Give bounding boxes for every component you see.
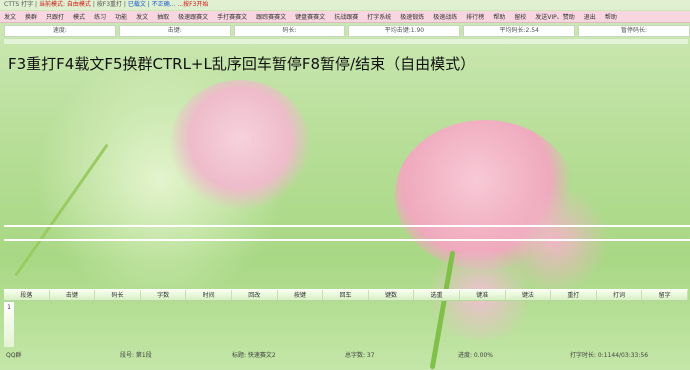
col-keys[interactable]: 按键: [278, 290, 324, 300]
col-backspace[interactable]: 回改: [232, 290, 278, 300]
menu-item-typing-system[interactable]: 打字系统: [367, 12, 391, 21]
menu-item-send-text[interactable]: 发文: [136, 12, 148, 21]
col-accuracy[interactable]: 键准: [460, 290, 506, 300]
col-key-method[interactable]: 键法: [506, 290, 552, 300]
title-prefix: CTTS 打字 |: [4, 1, 39, 8]
col-key-count[interactable]: 键数: [369, 290, 415, 300]
col-code-length[interactable]: 码长: [95, 290, 141, 300]
menu-item-speed-race[interactable]: 极速跟赛文: [178, 12, 208, 21]
menu-item-send[interactable]: 发文: [4, 12, 16, 21]
divider-bottom: [4, 239, 690, 241]
menu-item-follow-only[interactable]: 只跟打: [46, 12, 64, 21]
status-segment: 段号: 第1段: [120, 352, 152, 359]
status-time: 打字时长: 0:1144/03:33:56: [570, 352, 649, 359]
col-char-count[interactable]: 字数: [141, 290, 187, 300]
col-leave-char[interactable]: 留字: [642, 290, 688, 300]
menu-item-leaderboard[interactable]: 排行榜: [466, 12, 484, 21]
status-mode: QQ群: [6, 352, 22, 359]
col-enter[interactable]: 回车: [323, 290, 369, 300]
results-table-header: 段落 击键 码长 字数 时间 回改 按键 回车 键数 选重 键准 键法 重打 打…: [4, 289, 688, 301]
menu-item-practice[interactable]: 练习: [94, 12, 106, 21]
title-mode: 当前模式: 自由模式: [38, 1, 91, 8]
stat-code-length: 码长:: [233, 25, 346, 37]
status-progress: 进度: 0.00%: [458, 352, 493, 359]
col-segment[interactable]: 段落: [4, 290, 50, 300]
stat-avg-code-length: 平均码长:2.54: [463, 25, 576, 37]
menu-item-speed-train[interactable]: 极速锻炼: [400, 12, 424, 21]
col-select-repeat[interactable]: 选重: [414, 290, 460, 300]
col-retype[interactable]: 重打: [551, 290, 597, 300]
menu-item-help[interactable]: 帮助: [493, 12, 505, 21]
pink-flower-left: [170, 80, 310, 210]
stat-pause-code-length: 暂停码长:: [578, 25, 690, 37]
menu-item-exit[interactable]: 退出: [584, 12, 596, 21]
stats-bar: 速度: 击键: 码长: 平均击键:1.90 平均码长:2.54 暂停码长:: [4, 25, 690, 37]
menu-item-vip[interactable]: 发送VIP、赞助: [535, 12, 575, 21]
menu-item-function[interactable]: 功能: [115, 12, 127, 21]
stat-keystroke: 击键:: [118, 25, 231, 37]
row-number: 1: [4, 302, 14, 347]
typing-input-area[interactable]: [4, 227, 688, 239]
menu-item-speed-practice[interactable]: 极速战练: [433, 12, 457, 21]
menu-item-help2[interactable]: 帮助: [605, 12, 617, 21]
title-status: 已载文 | 不正确...: [127, 1, 176, 8]
menu-item-keyboard-race[interactable]: 键盘赛赛文: [295, 12, 325, 21]
col-keystroke[interactable]: 击键: [50, 290, 96, 300]
menu-item-extract[interactable]: 抽取: [157, 12, 169, 21]
title-mid: | 按F3重打 |: [92, 1, 128, 8]
menu-bar: 发文 换群 只跟打 模式 练习 功能 发文 抽取 极速跟赛文 手打赛赛文 跟踪赛…: [0, 11, 690, 23]
menu-item-track-race[interactable]: 跟踪赛赛文: [256, 12, 286, 21]
results-table-body: 1: [4, 302, 688, 347]
col-word[interactable]: 打词: [597, 290, 643, 300]
status-source: 标题: 快速赛文2: [232, 352, 276, 359]
menu-item-mode[interactable]: 模式: [73, 12, 85, 21]
title-suffix: ...按F3开始: [177, 1, 209, 8]
hotkey-hint: F3重打F4载文F5换群CTRL+L乱序回车暂停F8暂停/结束（自由模式）: [8, 55, 476, 73]
status-bar: QQ群 段号: 第1段 标题: 快速赛文2 总字数: 37 进度: 0.00% …: [0, 350, 690, 362]
menu-item-manual-race[interactable]: 手打赛赛文: [217, 12, 247, 21]
col-time[interactable]: 时间: [186, 290, 232, 300]
stat-speed: 速度:: [4, 25, 116, 37]
progress-track: [4, 39, 688, 44]
stat-avg-keystroke: 平均击键:1.90: [348, 25, 461, 37]
menu-item-combat[interactable]: 抗战跟赛: [334, 12, 358, 21]
menu-item-switch-group[interactable]: 换群: [25, 12, 37, 21]
menu-item-stay[interactable]: 留校: [514, 12, 526, 21]
status-total-chars: 总字数: 37: [345, 352, 375, 359]
title-bar: CTTS 打字 | 当前模式: 自由模式 | 按F3重打 | 已载文 | 不正确…: [0, 0, 690, 10]
